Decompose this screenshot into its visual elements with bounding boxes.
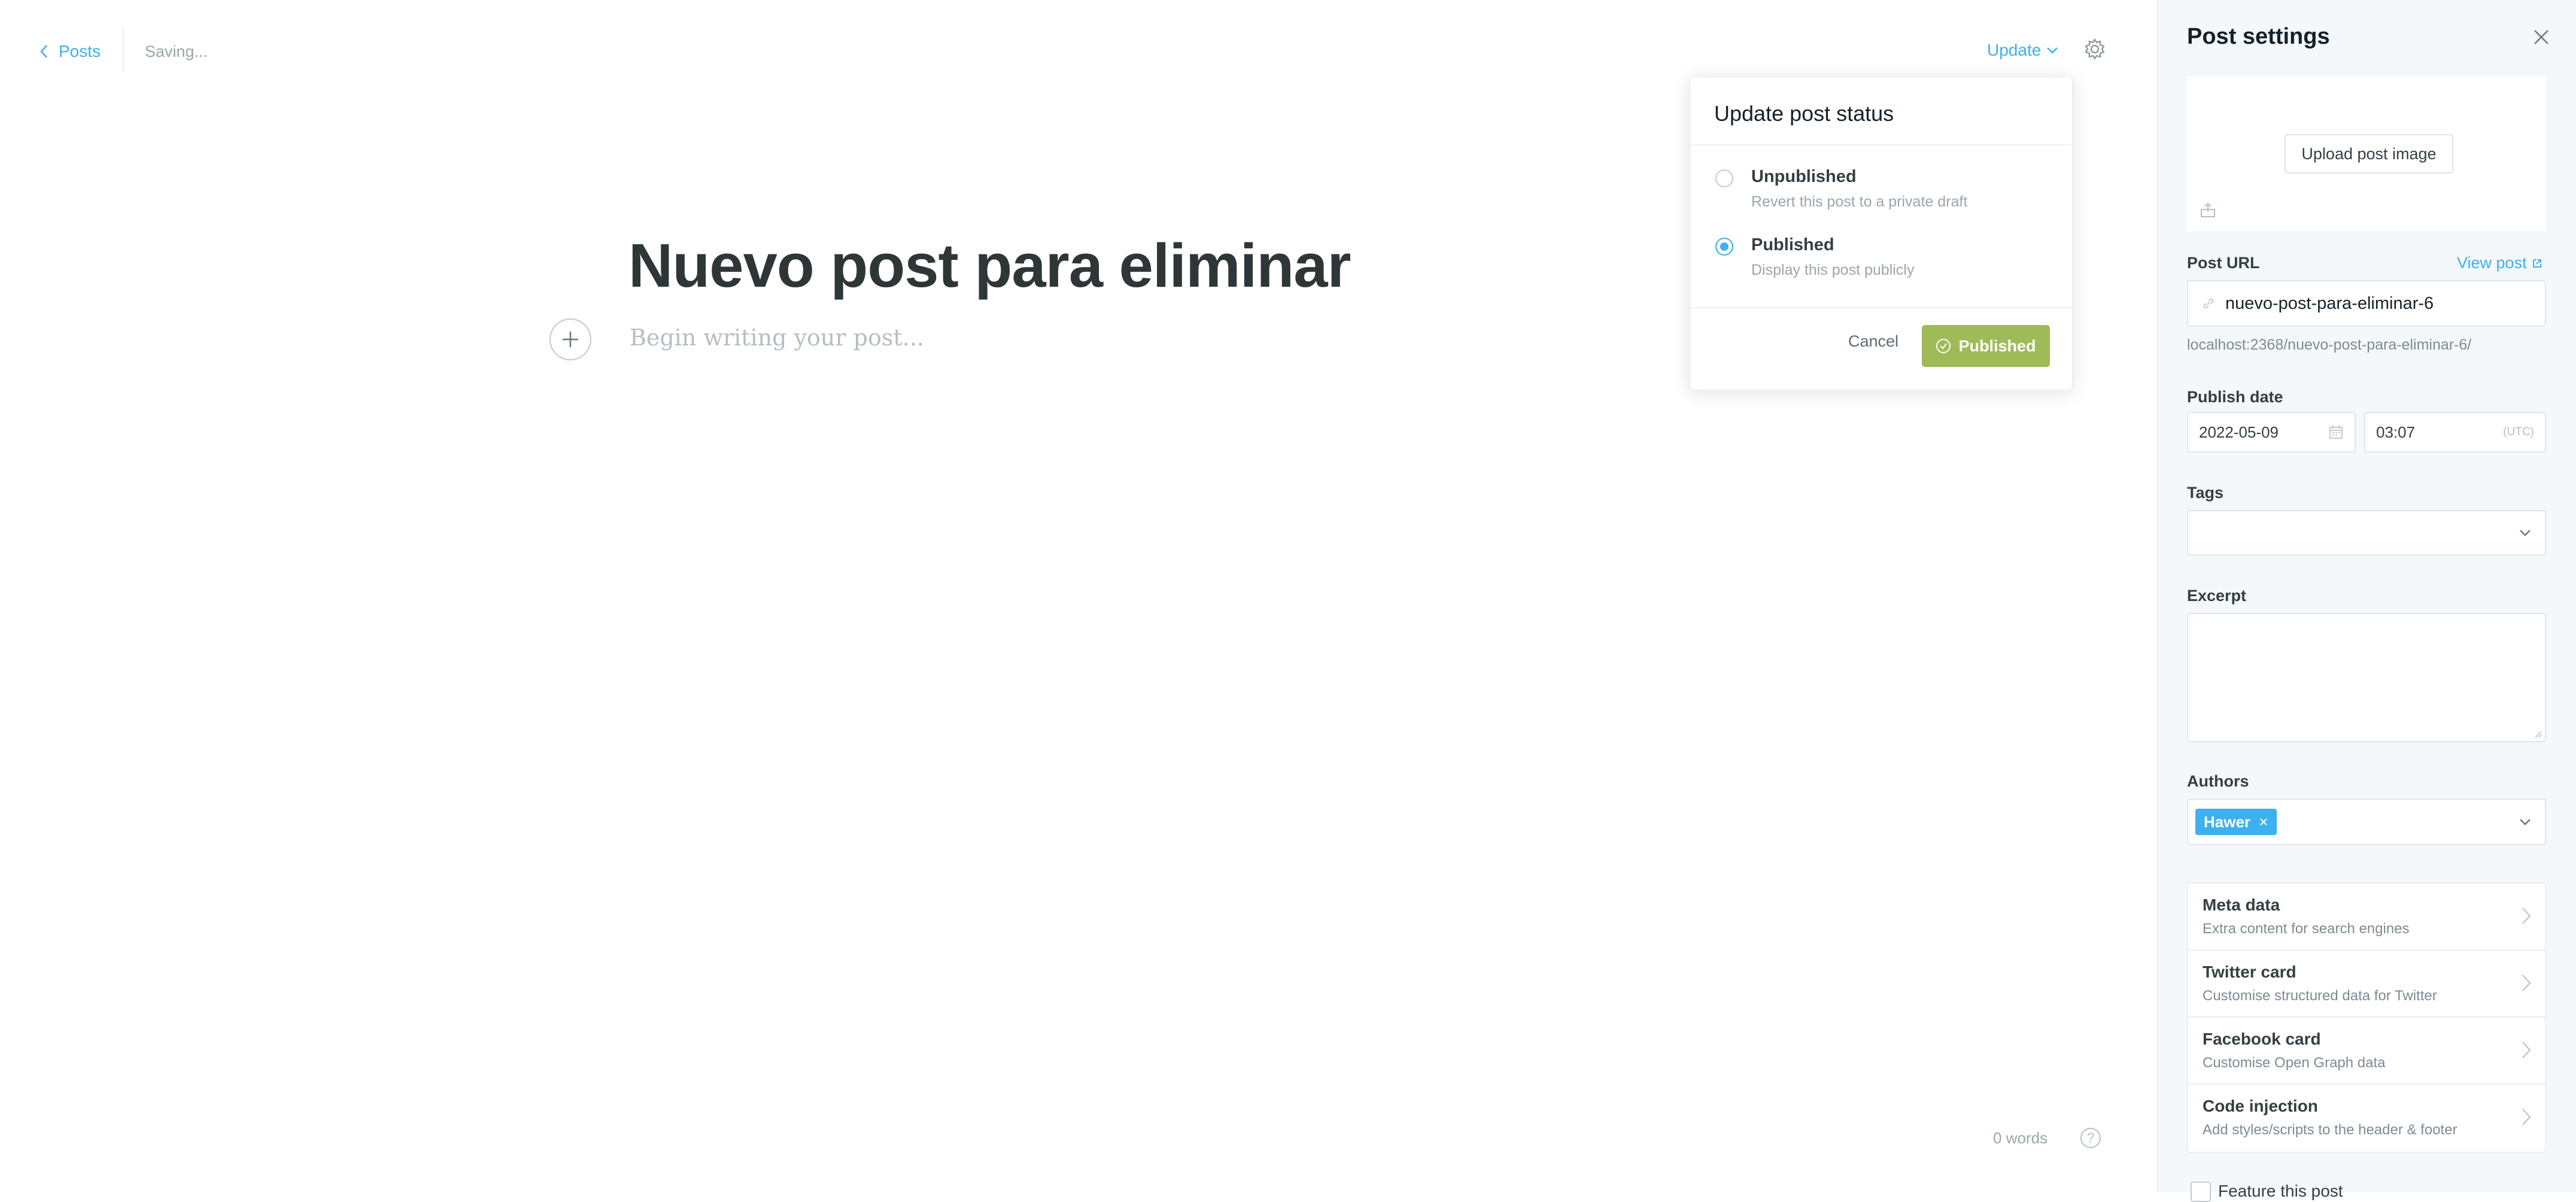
resize-handle-icon[interactable]: [2534, 730, 2542, 739]
save-status: Saving...: [145, 43, 208, 60]
post-body-placeholder[interactable]: Begin writing your post...: [630, 324, 924, 351]
remove-author-icon[interactable]: [2259, 817, 2268, 827]
sidebar-title: Post settings: [2187, 24, 2330, 49]
external-link-icon: [2532, 259, 2541, 268]
view-post-label: View post: [2457, 254, 2527, 272]
chevron-left-icon: [40, 45, 47, 58]
radio-unpublished[interactable]: [1715, 169, 1733, 187]
date-value: 2022-05-09: [2199, 423, 2279, 441]
cancel-button[interactable]: Cancel: [1848, 332, 1898, 351]
excerpt-textarea[interactable]: [2187, 613, 2546, 742]
check-circle-icon: [1936, 339, 1951, 353]
menu-item-title: Meta data: [2203, 896, 2280, 914]
help-icon[interactable]: ?: [2080, 1128, 2101, 1148]
excerpt-label: Excerpt: [2187, 587, 2247, 605]
feature-post-label[interactable]: Feature this post: [2218, 1182, 2343, 1201]
publish-date-input[interactable]: 2022-05-09: [2187, 412, 2356, 453]
close-icon[interactable]: [2531, 26, 2552, 48]
chevron-right-icon: [2522, 975, 2531, 991]
add-card-button[interactable]: [549, 318, 591, 360]
menu-item-description: Extra content for search engines: [2203, 921, 2410, 937]
chevron-right-icon: [2522, 1109, 2531, 1125]
post-url-value: nuevo-post-para-eliminar-6: [2225, 293, 2434, 313]
post-url-input[interactable]: nuevo-post-para-eliminar-6: [2187, 280, 2546, 327]
update-button[interactable]: Update: [1987, 37, 2059, 63]
image-upload-icon[interactable]: [2199, 201, 2217, 219]
published-button-label: Published: [1958, 336, 2036, 355]
chevron-down-icon: [2520, 819, 2531, 825]
link-icon: [2203, 298, 2214, 309]
author-chip[interactable]: Hawer: [2195, 809, 2277, 835]
authors-input[interactable]: Hawer: [2187, 799, 2546, 845]
option-unpublished-description: Revert this post to a private draft: [1751, 193, 1968, 210]
menu-item-twitter-card[interactable]: Twitter card Customise structured data f…: [2188, 951, 2545, 1018]
calendar-icon[interactable]: [2328, 424, 2344, 440]
menu-item-title: Code injection: [2203, 1097, 2318, 1115]
chevron-down-icon: [2520, 530, 2531, 536]
view-post-link[interactable]: View post: [2457, 254, 2542, 272]
back-link-label: Posts: [59, 42, 101, 60]
menu-item-meta-data[interactable]: Meta data Extra content for search engin…: [2188, 884, 2545, 951]
chevron-right-icon: [2522, 1042, 2531, 1058]
timezone-label: (UTC): [2503, 426, 2534, 438]
menu-item-title: Facebook card: [2203, 1030, 2321, 1048]
tags-input[interactable]: [2187, 510, 2546, 556]
chevron-down-icon: [2047, 47, 2058, 54]
plus-icon: [563, 332, 578, 347]
post-title[interactable]: Nuevo post para eliminar: [628, 230, 1351, 301]
back-to-posts-link[interactable]: Posts: [38, 38, 101, 65]
update-label: Update: [1987, 41, 2042, 59]
radio-published[interactable]: [1715, 238, 1733, 256]
authors-label: Authors: [2187, 772, 2249, 790]
option-unpublished-label[interactable]: Unpublished: [1751, 167, 1857, 187]
menu-item-description: Customise Open Graph data: [2203, 1055, 2386, 1071]
published-button[interactable]: Published: [1922, 325, 2050, 367]
menu-item-description: Add styles/scripts to the header & foote…: [2203, 1122, 2457, 1138]
menu-item-title: Twitter card: [2203, 963, 2296, 981]
tags-label: Tags: [2187, 484, 2224, 502]
settings-menu-list: Meta data Extra content for search engin…: [2187, 882, 2546, 1153]
chevron-right-icon: [2522, 907, 2531, 924]
time-value: 03:07: [2376, 423, 2416, 441]
popup-title: Update post status: [1714, 101, 1894, 126]
feature-post-checkbox[interactable]: [2191, 1182, 2211, 1202]
header-divider: [123, 29, 124, 72]
post-url-preview: localhost:2368/nuevo-post-para-eliminar-…: [2187, 336, 2472, 353]
upload-post-image-button[interactable]: Upload post image: [2285, 134, 2453, 174]
popup-divider: [1690, 144, 2072, 145]
author-chip-label: Hawer: [2204, 812, 2251, 831]
word-count: 0 words: [1993, 1129, 2048, 1147]
option-published-label[interactable]: Published: [1751, 235, 1834, 255]
settings-gear-icon[interactable]: [2083, 37, 2107, 61]
popup-divider: [1690, 307, 2072, 308]
option-published-description: Display this post publicly: [1751, 262, 1915, 278]
post-url-label: Post URL: [2187, 254, 2260, 272]
publish-time-input[interactable]: 03:07 (UTC): [2364, 412, 2546, 453]
menu-item-description: Customise structured data for Twitter: [2203, 988, 2437, 1004]
menu-item-facebook-card[interactable]: Facebook card Customise Open Graph data: [2188, 1018, 2545, 1085]
menu-item-code-injection[interactable]: Code injection Add styles/scripts to the…: [2188, 1085, 2545, 1152]
update-status-popup: Update post status Unpublished Revert th…: [1690, 77, 2073, 390]
publish-date-label: Publish date: [2187, 388, 2283, 406]
